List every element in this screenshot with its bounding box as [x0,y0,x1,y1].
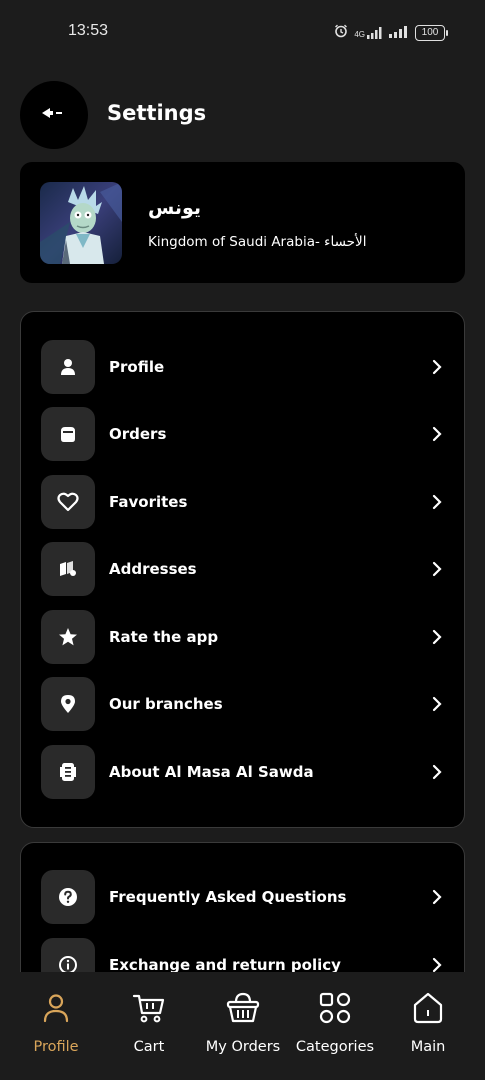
chevron-right-icon [430,696,444,712]
grid-icon [317,990,353,1026]
page-title: Settings [107,101,207,125]
menu-item-favorites[interactable]: Favorites [41,475,446,529]
status-bar: 13:53 4G 100 [0,0,485,62]
menu-item-label: Addresses [109,560,197,578]
chevron-right-icon [430,957,444,973]
nav-my-orders[interactable]: My Orders [195,990,291,1064]
menu-item-rate-app[interactable]: Rate the app [41,610,446,664]
menu-item-label: Profile [109,358,165,376]
back-button[interactable] [20,81,88,149]
menu-item-label: Orders [109,425,167,443]
person-outline-icon [38,990,74,1026]
signal-icon [389,23,409,42]
bag-icon [41,407,95,461]
menu-item-label: About Al Masa Al Sawda [109,763,314,781]
map-icon [41,542,95,596]
nav-cart[interactable]: Cart [101,990,197,1064]
menu-item-label: Favorites [109,493,188,511]
status-time: 13:53 [68,22,109,39]
nav-label: Categories [295,1039,375,1055]
menu-item-faq[interactable]: Frequently Asked Questions [41,870,446,924]
chevron-right-icon [430,764,444,780]
avatar [40,182,122,264]
chevron-right-icon [430,359,444,375]
menu-item-orders[interactable]: Orders [41,407,446,461]
nav-profile[interactable]: Profile [8,990,104,1064]
chevron-right-icon [430,494,444,510]
menu-item-label: Frequently Asked Questions [109,888,347,906]
menu-item-profile[interactable]: Profile [41,340,446,394]
nav-categories[interactable]: Categories [287,990,383,1064]
cart-icon [131,990,167,1026]
menu-item-label: Rate the app [109,628,219,646]
star-icon [41,610,95,664]
nav-label: Profile [33,1039,79,1055]
chevron-right-icon [430,426,444,442]
nav-label: Cart [133,1039,165,1055]
menu-item-about[interactable]: About Al Masa Al Sawda [41,745,446,799]
location-pin-icon [41,677,95,731]
nav-label: My Orders [205,1039,281,1055]
alarm-icon [334,23,348,42]
back-arrow-icon [40,105,68,125]
settings-menu-card: Profile Orders Favorites Addresses Rate … [20,311,465,828]
basket-icon [225,990,261,1026]
person-icon [41,340,95,394]
user-card[interactable]: يونس Kingdom of Saudi Arabia- الأحساء [20,162,465,283]
network-4g-icon: 4G [354,26,383,39]
status-icons: 4G 100 [334,23,448,42]
bottom-nav: Profile Cart My Orders Categories Main [0,972,485,1080]
chevron-right-icon [430,889,444,905]
menu-item-label: Our branches [109,695,223,713]
home-icon [410,990,446,1026]
heart-icon [41,475,95,529]
user-location: Kingdom of Saudi Arabia- الأحساء [148,234,367,250]
chevron-right-icon [430,629,444,645]
user-name: يونس [148,197,202,219]
menu-item-branches[interactable]: Our branches [41,677,446,731]
document-icon [41,745,95,799]
question-icon [41,870,95,924]
nav-label: Main [410,1039,446,1055]
nav-main[interactable]: Main [380,990,476,1064]
battery-icon: 100 [415,24,448,41]
chevron-right-icon [430,561,444,577]
menu-item-addresses[interactable]: Addresses [41,542,446,596]
network-type-label: 4G [354,29,365,39]
